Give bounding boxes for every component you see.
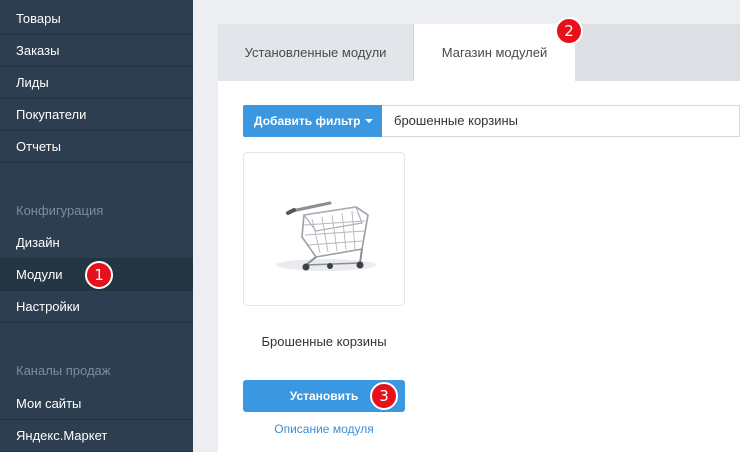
caret-down-icon [365,119,373,123]
add-filter-button[interactable]: Добавить фильтр [243,105,382,137]
sidebar-item-customers[interactable]: Покупатели [0,99,193,131]
tab-installed-modules[interactable]: Установленные модули [218,24,414,81]
sidebar-section-sales-channels: Каналы продаж [16,363,111,378]
module-image-card[interactable] [243,152,405,306]
filter-search-input[interactable]: брошенные корзины [382,105,740,137]
sidebar-item-yandex-market[interactable]: Яндекс.Маркет [0,420,193,452]
sidebar-section-configuration: Конфигурация [16,203,104,218]
step-badge-3: 3 [370,382,398,410]
step-badge-2: 2 [555,17,583,45]
add-filter-label: Добавить фильтр [254,114,361,128]
sidebar-item-reports[interactable]: Отчеты [0,131,193,163]
sidebar-item-leads[interactable]: Лиды [0,67,193,99]
sidebar-item-orders[interactable]: Заказы [0,35,193,67]
module-title: Брошенные корзины [261,334,387,349]
gutter [193,0,218,452]
step-badge-1: 1 [85,261,113,289]
sidebar: Товары Заказы Лиды Покупатели Отчеты Кон… [0,0,193,452]
sidebar-item-my-sites[interactable]: Мои сайты [0,388,193,420]
tab-bar-filler [575,24,740,81]
sidebar-item-products[interactable]: Товары [0,3,193,35]
module-description-link[interactable]: Описание модуля [243,422,405,436]
tab-bar: Установленные модули Магазин модулей [218,24,740,81]
sidebar-item-settings[interactable]: Настройки [0,291,193,323]
sidebar-item-design[interactable]: Дизайн [0,227,193,259]
tab-module-store[interactable]: Магазин модулей [414,24,575,81]
shopping-cart-icon [276,201,376,271]
